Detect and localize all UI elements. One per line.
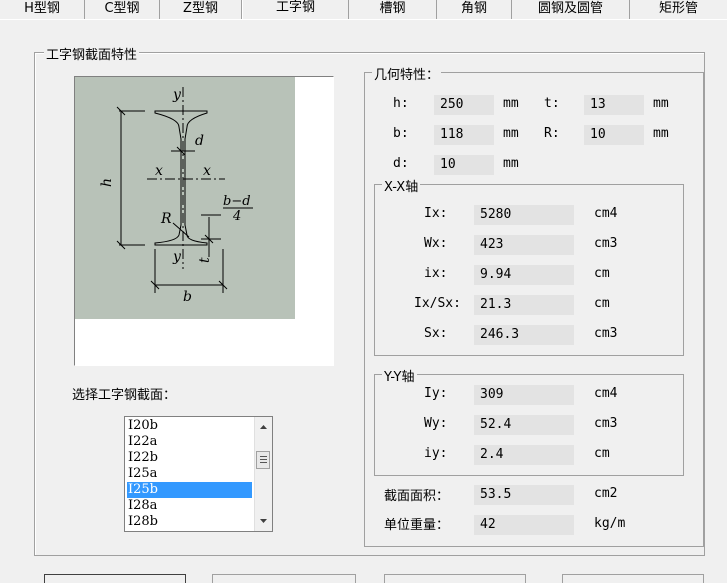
tab-angle[interactable]: 角钢 [437,0,512,19]
label-t: t [197,257,213,263]
list-item[interactable]: I28b [127,514,252,530]
d-label: d: [393,156,409,171]
scroll-down-icon[interactable] [255,512,272,529]
label-h: h [99,178,115,187]
select-section-label: 选择工字钢截面： [72,384,177,403]
Wx-value: 423 [474,235,574,255]
Wx-unit: cm3 [594,236,618,251]
area-value: 53.5 [474,485,574,505]
list-item[interactable]: I20b [127,418,252,434]
ix-unit: cm [594,266,610,281]
t-unit: mm [653,96,669,111]
Wy-value: 52.4 [474,415,574,435]
d-unit: mm [503,156,519,171]
iy-label: iy: [424,446,448,461]
label-bd-numerator: b−d [223,194,251,209]
tab-i-beam[interactable]: 工字钢 [242,0,349,20]
i-beam-diagram: y y x x d R b h t b−d 4 [75,77,295,319]
tab-bar: H型钢 C型钢 Z型钢 工字钢 槽钢 角钢 圆钢及圆管 矩形管 [0,0,727,20]
section-listbox[interactable]: I20b I22a I22b I25a I25b I28a I28b [124,416,273,532]
Sx-label: Sx: [424,326,448,341]
diagram-frame: y y x x d R b h t b−d 4 [74,76,334,366]
IxSx-unit: cm [594,296,610,311]
list-item[interactable]: I22a [127,434,252,450]
R-value: 10 [584,125,644,145]
Ix-label: Ix: [424,206,448,221]
R-label: R: [544,126,560,141]
list-item[interactable]: I22b [127,450,252,466]
weight-unit: kg/m [594,516,626,531]
list-item-selected[interactable]: I25b [127,482,252,498]
label-x-left: x [155,163,163,179]
label-d: d [195,133,204,149]
tab-channel[interactable]: 槽钢 [349,0,437,19]
label-y-top: y [172,87,182,103]
tab-c-steel[interactable]: C型钢 [85,0,160,19]
Iy-unit: cm4 [594,386,618,401]
area-label: 截面面积： [384,489,450,504]
label-y-bottom: y [172,249,182,265]
IxSx-label: Ix/Sx: [414,296,461,311]
tab-divider [0,19,727,20]
b-value: 118 [434,125,494,145]
Wy-unit: cm3 [594,416,618,431]
weight-value: 42 [474,515,574,535]
list-item[interactable]: I28a [127,498,252,514]
xx-axis-title: X-X轴 [382,176,421,195]
tab-rect-tube[interactable]: 矩形管 [630,0,727,19]
label-bd-denominator: 4 [232,209,241,224]
area-unit: cm2 [594,486,618,501]
Iy-value: 309 [474,385,574,405]
yy-axis-title: Y-Y轴 [382,366,417,385]
b-label: b: [393,126,409,141]
label-b: b [183,289,192,305]
b-unit: mm [503,126,519,141]
Ix-value: 5280 [474,205,574,225]
h-value: 250 [434,95,494,115]
h-label: h: [393,96,409,111]
IxSx-value: 21.3 [474,295,574,315]
label-R: R [160,211,172,227]
label-x-right: x [203,163,211,179]
h-unit: mm [503,96,519,111]
Wy-label: Wy: [424,416,448,431]
tab-h-steel[interactable]: H型钢 [0,0,85,19]
Ix-unit: cm4 [594,206,618,221]
scroll-up-icon[interactable] [255,419,272,436]
t-value: 13 [584,95,644,115]
iy-unit: cm [594,446,610,461]
iy-value: 2.4 [474,445,574,465]
section-title: 工字钢截面特性 [44,44,140,63]
tab-z-steel[interactable]: Z型钢 [160,0,242,19]
ix-value: 9.94 [474,265,574,285]
d-value: 10 [434,155,494,175]
Wx-label: Wx: [424,236,448,251]
weight-label: 单位重量： [384,518,450,533]
t-label: t: [544,96,560,111]
Sx-unit: cm3 [594,326,618,341]
Sx-value: 246.3 [474,325,574,345]
ix-label: ix: [424,266,448,281]
scroll-thumb[interactable] [256,451,270,469]
tab-round-tube[interactable]: 圆钢及圆管 [512,0,630,19]
listbox-scrollbar[interactable] [254,417,272,531]
R-unit: mm [653,126,669,141]
geometry-title: 几何特性： [372,64,442,83]
list-item[interactable]: I25a [127,466,252,482]
Iy-label: Iy: [424,386,448,401]
